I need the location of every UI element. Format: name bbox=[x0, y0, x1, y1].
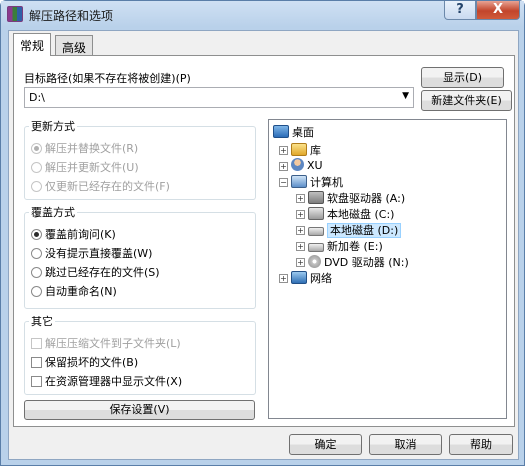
tree-node-label: 新加卷 (E:) bbox=[327, 240, 383, 253]
other-options-group: 其它 解压压缩文件到子文件夹(L) 保留损坏的文件(B) 在资源管理器中显示文件… bbox=[24, 313, 256, 395]
expand-icon[interactable]: + bbox=[279, 146, 288, 155]
update-mode-title: 更新方式 bbox=[31, 120, 75, 133]
network-icon bbox=[291, 271, 307, 284]
radio-fresh-existing[interactable]: 仅更新已经存在的文件(F) bbox=[31, 178, 170, 194]
expand-icon[interactable]: + bbox=[296, 210, 305, 219]
checkbox-icon bbox=[31, 357, 42, 368]
radio-icon bbox=[31, 248, 42, 259]
other-options-title: 其它 bbox=[31, 315, 53, 328]
tree-node-label-selected: 本地磁盘 (D:) bbox=[327, 223, 402, 238]
user-icon bbox=[291, 158, 304, 171]
expand-icon[interactable]: + bbox=[279, 274, 288, 283]
tree-node-label: 软盘驱动器 (A:) bbox=[327, 192, 406, 205]
help-button[interactable]: 帮助 bbox=[449, 434, 513, 455]
radio-label: 解压并更新文件(U) bbox=[45, 161, 139, 174]
tree-node-floppy[interactable]: 软盘驱动器 (A:) bbox=[308, 190, 405, 206]
dvd-drive-icon bbox=[308, 255, 321, 268]
path-label: 目标路径(如果不存在将被创建)(P) bbox=[24, 72, 191, 85]
expand-icon[interactable]: + bbox=[296, 226, 305, 235]
tab-panel-general: 目标路径(如果不存在将被创建)(P) D:\ ▼ 显示(D) 新建文件夹(E) … bbox=[13, 55, 515, 427]
radio-label: 覆盖前询问(K) bbox=[45, 228, 116, 241]
checkbox-display-in-explorer[interactable]: 在资源管理器中显示文件(X) bbox=[31, 373, 182, 389]
radio-icon bbox=[31, 181, 42, 192]
tree-node-computer[interactable]: 计算机 bbox=[291, 174, 343, 190]
path-combobox[interactable]: D:\ ▼ bbox=[24, 87, 414, 108]
window-title: 解压路径和选项 bbox=[29, 9, 114, 23]
floppy-drive-icon bbox=[308, 191, 324, 204]
save-settings-button[interactable]: 保存设置(V) bbox=[24, 400, 255, 420]
tree-node-label: 网络 bbox=[310, 272, 332, 285]
tree-node-label: DVD 驱动器 (N:) bbox=[324, 256, 409, 269]
new-folder-button[interactable]: 新建文件夹(E) bbox=[421, 90, 512, 111]
radio-icon bbox=[31, 286, 42, 297]
dialog-client-area: 常规 高级 目标路径(如果不存在将被创建)(P) D:\ ▼ 显示(D) 新建文… bbox=[8, 30, 519, 460]
expand-icon[interactable]: + bbox=[296, 242, 305, 251]
path-value: D:\ bbox=[29, 91, 45, 104]
expand-icon[interactable]: + bbox=[279, 162, 288, 171]
radio-label: 没有提示直接覆盖(W) bbox=[45, 247, 153, 260]
tree-node-label: 桌面 bbox=[292, 126, 314, 139]
checkbox-label: 解压压缩文件到子文件夹(L) bbox=[45, 337, 181, 350]
checkbox-keep-broken-files[interactable]: 保留损坏的文件(B) bbox=[31, 354, 138, 370]
tree-node-drive-d[interactable]: 本地磁盘 (D:) bbox=[308, 222, 402, 238]
radio-icon bbox=[31, 267, 42, 278]
checkbox-extract-to-subfolders[interactable]: 解压压缩文件到子文件夹(L) bbox=[31, 335, 181, 351]
tree-node-network[interactable]: 网络 bbox=[291, 270, 332, 286]
tree-node-label: XU bbox=[307, 159, 323, 172]
dialog-window: 解压路径和选项 ? X 常规 高级 目标路径(如果不存在将被创建)(P) D:\… bbox=[0, 0, 525, 466]
collapse-icon[interactable]: − bbox=[279, 178, 288, 187]
update-mode-group: 更新方式 解压并替换文件(R) 解压并更新文件(U) 仅更新已经存在的文件(F) bbox=[24, 118, 256, 200]
winrar-app-icon bbox=[7, 6, 23, 22]
radio-label: 解压并替换文件(R) bbox=[45, 142, 139, 155]
tab-general[interactable]: 常规 bbox=[13, 33, 52, 56]
expand-icon[interactable]: + bbox=[296, 194, 305, 203]
overwrite-mode-title: 覆盖方式 bbox=[31, 206, 75, 219]
hard-drive-icon bbox=[308, 243, 324, 252]
tree-node-drive-c[interactable]: 本地磁盘 (C:) bbox=[308, 206, 394, 222]
tree-node-desktop[interactable]: 桌面 bbox=[273, 124, 314, 140]
radio-icon bbox=[31, 162, 42, 173]
radio-overwrite-without-prompt[interactable]: 没有提示直接覆盖(W) bbox=[31, 245, 152, 261]
tree-node-label: 计算机 bbox=[310, 176, 343, 189]
tree-node-drive-e[interactable]: 新加卷 (E:) bbox=[308, 238, 383, 254]
ok-button[interactable]: 确定 bbox=[289, 434, 362, 455]
radio-extract-replace[interactable]: 解压并替换文件(R) bbox=[31, 140, 138, 156]
radio-selected-icon bbox=[31, 143, 42, 154]
hard-drive-icon bbox=[308, 227, 324, 236]
library-icon bbox=[291, 143, 307, 156]
checkbox-icon bbox=[31, 338, 42, 349]
tab-advanced[interactable]: 高级 bbox=[55, 35, 94, 55]
computer-icon bbox=[291, 175, 307, 188]
radio-ask-before-overwrite[interactable]: 覆盖前询问(K) bbox=[31, 226, 116, 242]
system-drive-icon bbox=[308, 207, 324, 220]
radio-extract-update[interactable]: 解压并更新文件(U) bbox=[31, 159, 139, 175]
tree-node-user[interactable]: XU bbox=[291, 158, 323, 174]
tree-node-label: 库 bbox=[310, 144, 321, 157]
radio-skip-existing[interactable]: 跳过已经存在的文件(S) bbox=[31, 264, 160, 280]
desktop-icon bbox=[273, 125, 289, 138]
checkbox-label: 保留损坏的文件(B) bbox=[45, 356, 139, 369]
radio-label: 仅更新已经存在的文件(F) bbox=[45, 180, 170, 193]
radio-selected-icon bbox=[31, 229, 42, 240]
radio-label: 跳过已经存在的文件(S) bbox=[45, 266, 160, 279]
show-button[interactable]: 显示(D) bbox=[421, 67, 504, 88]
overwrite-mode-group: 覆盖方式 覆盖前询问(K) 没有提示直接覆盖(W) 跳过已经存在的文件(S) 自… bbox=[24, 204, 256, 309]
title-help-button[interactable]: ? bbox=[444, 1, 476, 20]
checkbox-label: 在资源管理器中显示文件(X) bbox=[45, 375, 183, 388]
radio-auto-rename[interactable]: 自动重命名(N) bbox=[31, 283, 117, 299]
tree-node-libraries[interactable]: 库 bbox=[291, 142, 321, 158]
folder-tree[interactable]: 桌面 + 库 + XU − 计算机 + 软盘驱动器 (A:) + 本地磁盘 (C… bbox=[268, 119, 507, 419]
cancel-button[interactable]: 取消 bbox=[369, 434, 442, 455]
radio-label: 自动重命名(N) bbox=[45, 285, 117, 298]
tree-node-label: 本地磁盘 (C:) bbox=[327, 208, 395, 221]
title-close-button[interactable]: X bbox=[476, 1, 520, 20]
expand-icon[interactable]: + bbox=[296, 258, 305, 267]
checkbox-icon bbox=[31, 376, 42, 387]
tree-node-dvd[interactable]: DVD 驱动器 (N:) bbox=[308, 254, 409, 270]
dropdown-arrow-icon[interactable]: ▼ bbox=[402, 91, 409, 101]
